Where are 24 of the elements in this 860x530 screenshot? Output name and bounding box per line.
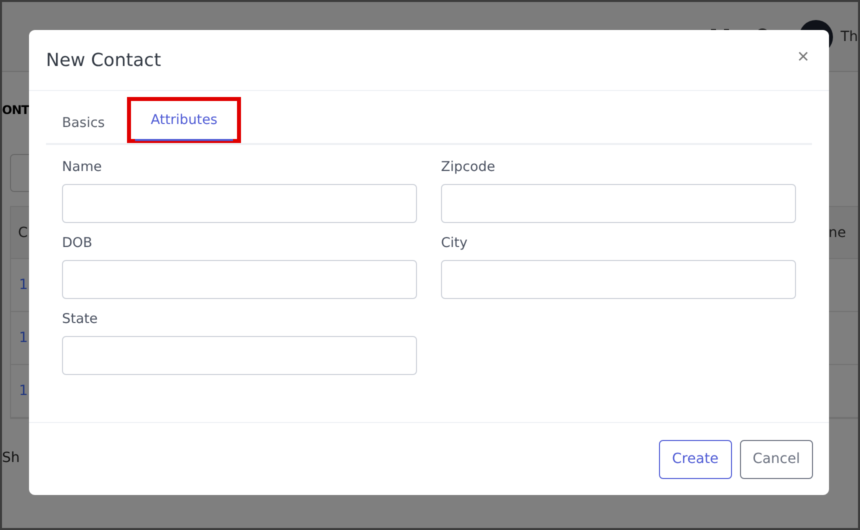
cancel-button[interactable]: Cancel — [740, 440, 813, 478]
input-field[interactable] — [441, 260, 796, 299]
input-field[interactable] — [62, 336, 417, 375]
input-field[interactable] — [441, 184, 796, 223]
section-title: ONT — [2, 103, 29, 117]
tab[interactable]: Attributes — [134, 101, 234, 141]
user-name: Th — [840, 28, 858, 44]
close-button[interactable]: × — [793, 46, 813, 68]
input-field[interactable] — [62, 260, 417, 299]
input-field[interactable] — [62, 184, 417, 223]
row-link[interactable]: 1 — [19, 330, 28, 346]
field-label: City — [441, 235, 468, 251]
dialog-title: New Contact — [46, 50, 162, 70]
column-header: C — [18, 224, 28, 240]
row-link[interactable]: 1 — [19, 277, 28, 293]
create-button[interactable]: Create — [659, 440, 732, 478]
pagination-text: Sh — [2, 450, 20, 466]
column-header: ne — [828, 224, 846, 240]
field-label: Zipcode — [441, 159, 496, 175]
tab[interactable]: Basics — [46, 103, 121, 145]
field-label: DOB — [62, 235, 94, 251]
field-label: Name — [62, 159, 103, 175]
row-link[interactable]: 1 — [19, 383, 28, 399]
field-label: State — [62, 311, 99, 327]
